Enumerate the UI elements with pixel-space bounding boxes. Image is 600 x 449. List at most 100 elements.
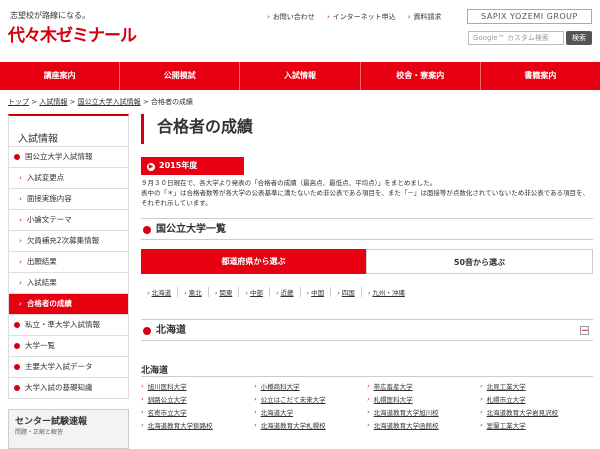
university-link[interactable]: › 小樽商科大学 <box>254 381 367 391</box>
chevron-right-icon: › <box>254 408 257 416</box>
chevron-right-icon: › <box>19 237 22 245</box>
pref-link[interactable]: › 近畿 <box>270 287 301 297</box>
pref-link[interactable]: › 関東 <box>209 287 240 297</box>
pref-link[interactable]: › 中国 <box>301 287 332 297</box>
sidebar-item-label: 欠員補充2次募集情報 <box>26 236 100 245</box>
tab-by-prefecture[interactable]: 都道府県から選ぶ <box>141 249 366 274</box>
chevron-right-icon: › <box>19 195 22 203</box>
sidebar-item-label: 入試変更点 <box>26 173 65 182</box>
breadcrumb-current: 合格者の成績 <box>150 98 193 106</box>
sidebar-item-national[interactable]: 国公立大学入試情報 <box>8 147 129 168</box>
pref-label: 九州・沖縄 <box>372 289 405 297</box>
chevron-right-icon: › <box>254 382 257 390</box>
banner-subtitle: 問題・正解と解答 <box>15 429 64 436</box>
chevron-right-icon: › <box>480 408 483 416</box>
collapse-icon[interactable]: － <box>580 326 589 335</box>
chevron-right-icon: › <box>367 395 370 403</box>
chevron-right-icon: › <box>141 382 144 390</box>
chevron-right-icon: › <box>19 258 22 266</box>
sidebar-item-applications[interactable]: › 出願結果 <box>8 252 129 273</box>
university-link[interactable]: › 旭川医科大学 <box>141 381 254 391</box>
sidebar-item-label: 国公立大学入試情報 <box>25 152 93 161</box>
sidebar-item-results[interactable]: › 入試結果 <box>8 273 129 294</box>
year-badge: ▶ 2015年度 <box>141 157 244 175</box>
bullet-icon <box>14 343 20 349</box>
nav-campus[interactable]: 校舎・寮案内 <box>361 62 481 90</box>
prefecture-links: › 北海道 › 東北 › 関東 › 中部 › 近畿 › 中国 › 四国 › 九州・沖縄 <box>141 287 593 297</box>
sidebar-item-scores[interactable]: › 合格者の成績 <box>8 294 129 315</box>
chevron-right-icon: › <box>141 408 144 416</box>
search-button[interactable]: 検索 <box>566 31 592 45</box>
bullet-icon <box>14 154 20 160</box>
sidebar-item-interview[interactable]: › 面接実施内容 <box>8 189 129 210</box>
pref-link[interactable]: › 四国 <box>331 287 362 297</box>
internet-apply-link[interactable]: › インターネット申込 <box>327 12 396 22</box>
nav-course[interactable]: 講座案内 <box>0 62 121 90</box>
center-exam-banner[interactable]: センター試験速報 問題・正解と解答 <box>8 409 129 449</box>
chevron-right-icon: › <box>480 395 483 403</box>
sidebar: 入試情報 国公立大学入試情報 › 入試変更点 › 面接実施内容 › 小論文テーマ › 欠… <box>8 114 129 449</box>
sidebar-item-vacancy[interactable]: › 欠員補充2次募集情報 <box>8 231 129 252</box>
bullet-icon <box>14 385 20 391</box>
pref-link[interactable]: › 中部 <box>239 287 270 297</box>
nav-mock-exam[interactable]: 公開模試 <box>120 62 241 90</box>
section-title: 国公立大学一覧 <box>156 224 226 235</box>
nav-books[interactable]: 書籍案内 <box>481 62 600 90</box>
university-link[interactable]: › 帯広畜産大学 <box>367 381 480 391</box>
search-input[interactable]: Google™ カスタム検索 <box>468 31 564 45</box>
sidebar-item-data[interactable]: 主要大学入試データ <box>8 357 129 378</box>
chevron-right-icon: › <box>19 300 22 308</box>
breadcrumb: トップ > 入試情報 > 国公立大学入試情報 > 合格者の成績 <box>8 98 193 106</box>
sidebar-item-essay[interactable]: › 小論文テーマ <box>8 210 129 231</box>
tagline: 志望校が路線になる。 <box>10 11 90 20</box>
year-label: 2015年度 <box>159 161 198 170</box>
contact-link[interactable]: › お問い合わせ <box>267 12 315 22</box>
chevron-right-icon: › <box>141 421 144 429</box>
breadcrumb-national[interactable]: 国公立大学入試情報 <box>78 98 141 106</box>
section-hokkaido: 北海道 － <box>141 319 593 341</box>
university-link[interactable]: › 室蘭工業大学 <box>480 420 593 430</box>
breadcrumb-exam-info[interactable]: 入試情報 <box>39 98 67 106</box>
section-national-list: 国公立大学一覧 <box>141 218 593 240</box>
tab-by-syllabary[interactable]: 50音から選ぶ <box>366 249 593 274</box>
university-label: 札幌市立大学 <box>486 396 526 404</box>
group-logo[interactable]: SAPIX YOZEMI GROUP <box>467 9 592 24</box>
chevron-right-icon: › <box>367 289 371 297</box>
university-link[interactable]: › 北海道教育大学旭川校 <box>367 407 480 417</box>
sidebar-item-basics[interactable]: 大学入試の基礎知識 <box>8 378 129 399</box>
university-link[interactable]: › 北見工業大学 <box>480 381 593 391</box>
sidebar-item-private[interactable]: 私立・準大学入試情報 <box>8 315 129 336</box>
sidebar-item-university-list[interactable]: 大学一覧 <box>8 336 129 357</box>
university-label: 北見工業大学 <box>486 383 526 391</box>
university-link[interactable]: › 名寄市立大学 <box>141 407 254 417</box>
chevron-right-icon: › <box>147 289 150 297</box>
university-link[interactable]: › 釧路公立大学 <box>141 394 254 404</box>
chevron-right-icon: › <box>275 289 279 297</box>
university-link[interactable]: › 北海道教育大学岩見沢校 <box>480 407 593 417</box>
sidebar-item-changes[interactable]: › 入試変更点 <box>8 168 129 189</box>
university-link[interactable]: › 札幌市立大学 <box>480 394 593 404</box>
site-logo[interactable]: 代々木ゼミナール <box>8 21 137 46</box>
university-link[interactable]: › 札幌医科大学 <box>367 394 480 404</box>
pref-link[interactable]: › 北海道 <box>141 287 179 297</box>
university-link[interactable]: › 北海道教育大学函館校 <box>367 420 480 430</box>
university-link[interactable]: › 北海道教育大学札幌校 <box>254 420 367 430</box>
brochure-link[interactable]: › 資料請求 <box>408 12 442 22</box>
chevron-right-icon: › <box>214 289 218 297</box>
chevron-right-icon: › <box>480 382 483 390</box>
sidebar-item-label: 大学入試の基礎知識 <box>25 383 93 392</box>
pref-link[interactable]: › 東北 <box>178 287 209 297</box>
university-link[interactable]: › 北海道大学 <box>254 407 367 417</box>
breadcrumb-top[interactable]: トップ <box>8 98 29 106</box>
chevron-right-icon: › <box>367 382 370 390</box>
chevron-right-icon: › <box>141 395 144 403</box>
university-link[interactable]: › 公立はこだて未来大学 <box>254 394 367 404</box>
nav-exam-info[interactable]: 入試情報 <box>240 62 361 90</box>
sidebar-item-label: 私立・準大学入試情報 <box>25 320 100 329</box>
chevron-right-icon: › <box>254 395 257 403</box>
sidebar-item-label: 大学一覧 <box>25 341 55 350</box>
pref-link[interactable]: › 九州・沖縄 <box>362 287 411 297</box>
chevron-right-icon: › <box>306 289 310 297</box>
university-link[interactable]: › 北海道教育大学釧路校 <box>141 420 254 430</box>
university-label: 北海道教育大学旭川校 <box>373 409 439 417</box>
